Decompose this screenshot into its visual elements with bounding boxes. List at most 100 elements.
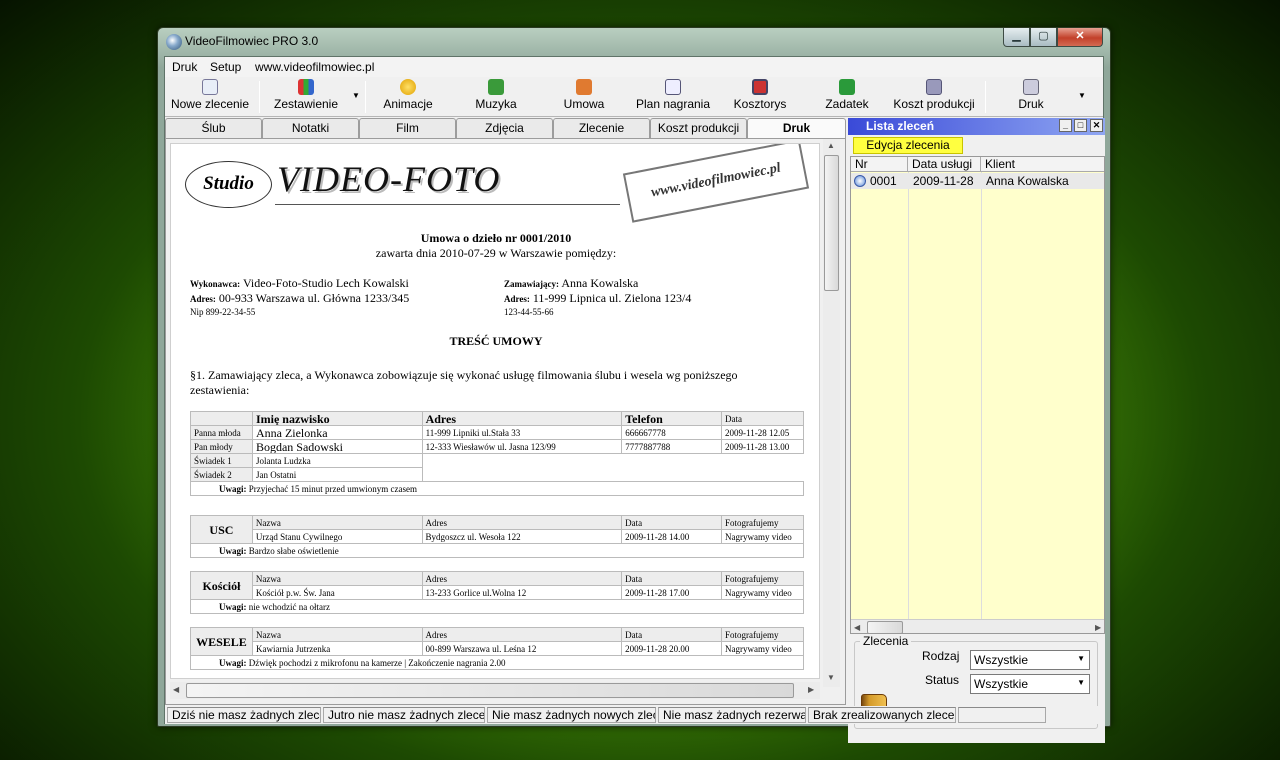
logo-title: VIDEO-FOTO: [277, 159, 501, 199]
table-header-row: Imię nazwisko Adres Telefon Data: [190, 411, 804, 426]
document-list-icon: [665, 79, 681, 95]
recording-plan-button[interactable]: Plan nagrania: [633, 79, 713, 115]
church-table: Kościół Nazwa Adres Data Fotografujemy Kośc…: [190, 571, 804, 614]
scroll-down-icon[interactable]: ▼: [827, 673, 835, 682]
music-icon: [488, 79, 504, 95]
toolbar: Nowe zlecenie Zestawienie ▼ Animacje Muz…: [165, 77, 1103, 117]
maximize-button[interactable]: ▢: [1030, 28, 1057, 47]
tab-zdjecia[interactable]: Zdjęcia: [456, 118, 553, 138]
new-document-icon: [202, 79, 218, 95]
production-cost-button[interactable]: Koszt produkcji: [889, 79, 979, 115]
film-strip-logo: www.videofilmowiec.pl: [622, 144, 810, 223]
column-header-client[interactable]: Klient: [981, 157, 1104, 172]
chevron-down-icon: ▼: [1077, 654, 1085, 663]
panel-close-button[interactable]: ✕: [1090, 119, 1103, 132]
minimize-button[interactable]: ▁: [1003, 28, 1030, 47]
contractor-nip: Nip 899-22-34-55: [190, 307, 256, 317]
grid-horizontal-scrollbar[interactable]: ◀ ▶: [851, 619, 1104, 633]
vertical-scrollbar[interactable]: ▲ ▼: [823, 139, 840, 687]
studio-logo: Studio: [185, 161, 272, 208]
new-order-button[interactable]: Nowe zlecenie: [169, 79, 251, 115]
chart-icon: [298, 79, 314, 95]
menu-website-link[interactable]: www.videofilmowiec.pl: [255, 60, 374, 74]
estimate-button[interactable]: Kosztorys: [727, 79, 793, 115]
list-item[interactable]: 0001 2009-11-28 Anna Kowalska: [851, 173, 1104, 189]
wedding-table: WESELE Nazwa Adres Data Fotografujemy Kawia…: [190, 627, 804, 670]
info-icon: [854, 175, 866, 187]
logo-underline: [275, 204, 620, 205]
column-header-date[interactable]: Data usługi: [908, 157, 981, 172]
status-label: Status: [925, 673, 960, 687]
church-label: Kościół: [190, 571, 253, 600]
scroll-right-icon[interactable]: ▶: [1095, 623, 1101, 632]
animations-button[interactable]: Animacje: [375, 79, 441, 115]
filters-title: Zlecenia: [860, 634, 912, 648]
status-empty: [958, 707, 1046, 723]
vertical-scroll-thumb[interactable]: [824, 155, 839, 291]
contractor-address: Adres: 00-933 Warszawa ul. Główna 1233/3…: [190, 291, 410, 305]
tab-zlecenie[interactable]: Zlecenie: [553, 118, 650, 138]
column-header-nr[interactable]: Nr: [851, 157, 908, 172]
client-phone: 123-44-55-66: [504, 307, 554, 317]
usc-label: USC: [190, 515, 253, 544]
tab-koszt-produkcji[interactable]: Koszt produkcji: [650, 118, 747, 138]
app-icon: [166, 34, 182, 50]
orders-grid: Nr Data usługi Klient 0001 2009-11-28 An…: [850, 156, 1105, 634]
paragraph-1-line-2: zestawienia:: [190, 383, 250, 397]
menu-druk[interactable]: Druk: [172, 60, 197, 74]
table-row: Urząd Stanu Cywilnego Bydgoszcz ul. Wesoł…: [191, 529, 804, 544]
print-dropdown-icon[interactable]: ▼: [1078, 91, 1086, 100]
print-button[interactable]: Druk: [1001, 79, 1061, 115]
tab-film[interactable]: Film: [359, 118, 456, 138]
kind-select[interactable]: Wszystkie ▼: [970, 650, 1090, 670]
status-select[interactable]: Wszystkie ▼: [970, 674, 1090, 694]
printer-icon: [1023, 79, 1039, 95]
horizontal-scroll-thumb[interactable]: [186, 683, 794, 698]
contract-document: Studio VIDEO-FOTO www.videofilmowiec.pl …: [170, 143, 820, 679]
contract-subtitle: zawarta dnia 2010-07-29 w Warszawie pomi…: [375, 246, 617, 260]
remarks-row: Uwagi: Bardzo słabe oświetlenie: [190, 543, 804, 558]
summary-dropdown-icon[interactable]: ▼: [352, 91, 360, 100]
contractor-line: Wykonawca: Video-Foto-Studio Lech Kowals…: [190, 276, 409, 290]
grid-scroll-thumb[interactable]: [867, 621, 903, 633]
calculator-icon: [752, 79, 768, 95]
tab-druk[interactable]: Druk: [747, 118, 846, 139]
chevron-down-icon: ▼: [1077, 678, 1085, 687]
menu-bar: Druk Setup www.videofilmowiec.pl: [165, 57, 1103, 77]
scroll-right-icon[interactable]: ▶: [808, 685, 814, 694]
deposit-button[interactable]: Zadatek: [819, 79, 875, 115]
print-preview-area: Studio VIDEO-FOTO www.videofilmowiec.pl …: [165, 138, 846, 705]
wedding-label: WESELE: [190, 627, 253, 656]
title-bar[interactable]: VideoFilmowiec PRO 3.0 ▁ ▢ ✕: [158, 28, 1110, 56]
remarks-row: Uwagi: Dźwięk pochodzi z mikrofonu na ka…: [190, 655, 804, 670]
edit-order-button[interactable]: Edycja zlecenia: [853, 137, 963, 154]
tab-notatki[interactable]: Notatki: [262, 118, 359, 138]
menu-setup[interactable]: Setup: [210, 60, 241, 74]
summary-button[interactable]: Zestawienie: [269, 79, 343, 115]
tab-bar: Ślub Notatki Film Zdjęcia Zlecenie Koszt…: [165, 118, 846, 139]
smiley-icon: [400, 79, 416, 95]
client-line: Zamawiający: Anna Kowalska: [504, 276, 639, 290]
status-today: Dziś nie masz żadnych zleceń: [167, 707, 321, 723]
contract-button[interactable]: Umowa: [551, 79, 617, 115]
horizontal-scrollbar[interactable]: ◀ ▶: [170, 682, 820, 699]
client-area: Druk Setup www.videofilmowiec.pl Nowe zl…: [164, 56, 1105, 743]
app-window: VideoFilmowiec PRO 3.0 ▁ ▢ ✕ Druk Setup …: [157, 27, 1111, 743]
table-row: Świadek 1 Jolanta Ludzka: [190, 453, 804, 468]
close-button[interactable]: ✕: [1057, 28, 1103, 47]
table-row: Panna młoda Anna Zielonka 11-999 Lipniki u…: [190, 425, 804, 440]
panel-maximize-button[interactable]: □: [1074, 119, 1087, 132]
music-button[interactable]: Muzyka: [463, 79, 529, 115]
remarks-row: Uwagi: Przyjechać 15 minut przed umwiony…: [190, 481, 804, 496]
calculator-pen-icon: [926, 79, 942, 95]
usc-table: USC Nazwa Adres Data Fotografujemy Urząd St…: [190, 515, 804, 558]
scroll-left-icon[interactable]: ◀: [173, 685, 179, 694]
window-title: VideoFilmowiec PRO 3.0: [185, 34, 319, 48]
scroll-left-icon[interactable]: ◀: [854, 623, 860, 632]
scroll-up-icon[interactable]: ▲: [827, 141, 835, 150]
status-completed: Brak zrealizowanych zleceń: [808, 707, 956, 723]
table-row: Kościół p.w. Św. Jana 13-233 Gorlice ul.W…: [191, 585, 804, 600]
order-list-panel: Lista zleceń _ □ ✕ Edycja zlecenia Nr Da…: [848, 118, 1105, 743]
panel-minimize-button[interactable]: _: [1059, 119, 1072, 132]
tab-slub[interactable]: Ślub: [165, 118, 262, 138]
